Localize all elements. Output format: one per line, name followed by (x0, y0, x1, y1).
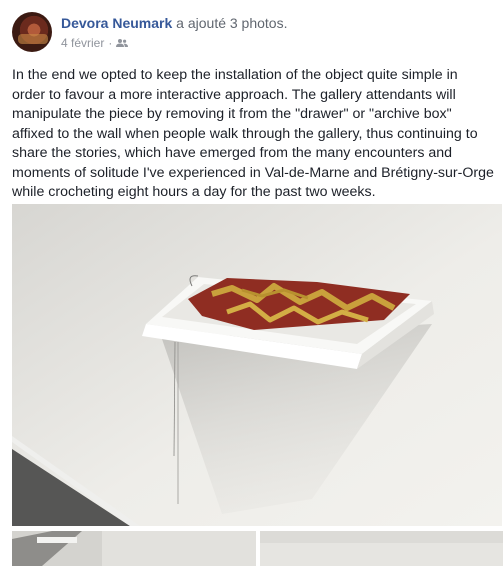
photo-thumbnail-1[interactable] (12, 531, 256, 566)
author-name-link[interactable]: Devora Neumark (61, 15, 172, 31)
thumbnail-2-image (260, 531, 503, 566)
photo-main-image (12, 204, 502, 526)
post-date-link[interactable]: 4 février (61, 36, 104, 50)
post-photo-main[interactable] (12, 204, 502, 526)
thumbnail-1-image (12, 531, 256, 566)
post-title-line: Devora Neumark a ajouté 3 photos. (61, 15, 287, 31)
post-body-text: In the end we opted to keep the installa… (12, 67, 494, 200)
meta-separator: · (108, 36, 113, 50)
post-photo-thumbnails (12, 531, 503, 566)
post-action-text: a ajouté 3 photos. (176, 15, 288, 31)
post-meta: 4 février · (61, 36, 129, 50)
author-avatar[interactable] (12, 12, 52, 52)
friends-icon[interactable] (116, 38, 129, 48)
post-header: Devora Neumark a ajouté 3 photos. 4 févr… (12, 12, 492, 54)
photo-thumbnail-2[interactable] (260, 531, 503, 566)
